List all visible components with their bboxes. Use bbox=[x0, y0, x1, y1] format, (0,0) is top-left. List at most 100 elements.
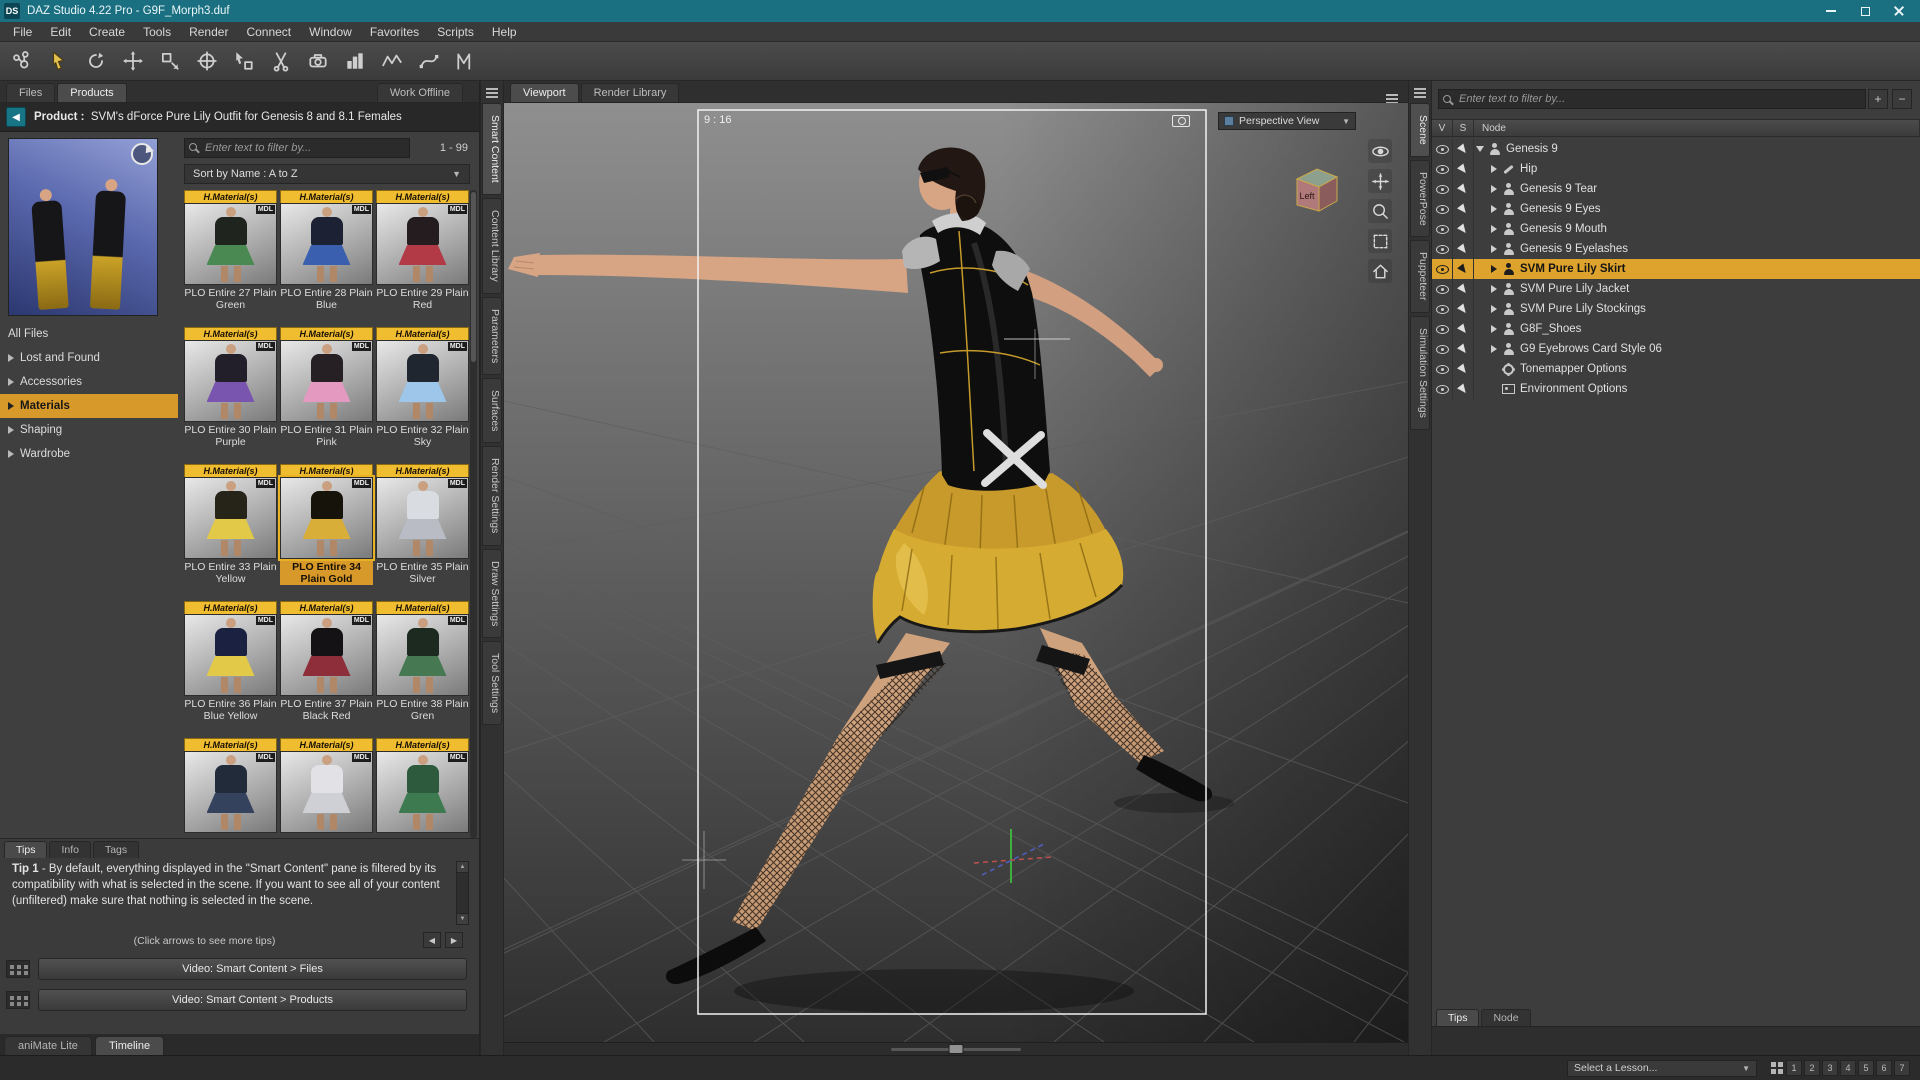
material-thumb-30[interactable]: H.Material(s)MDLPLO Entire 30 Plain Purp… bbox=[184, 327, 277, 452]
camera-icon[interactable] bbox=[1172, 115, 1190, 127]
maximize-button[interactable] bbox=[1848, 0, 1882, 22]
material-thumb-29[interactable]: H.Material(s)MDLPLO Entire 29 Plain Red bbox=[376, 190, 469, 315]
material-thumb-28[interactable]: H.Material(s)MDLPLO Entire 28 Plain Blue bbox=[280, 190, 373, 315]
tab-files[interactable]: Files bbox=[6, 83, 55, 102]
visibility-eye-icon[interactable] bbox=[1432, 139, 1453, 159]
previous-tip-button[interactable]: ◀ bbox=[423, 932, 441, 948]
preset-6-button[interactable]: 6 bbox=[1876, 1060, 1892, 1076]
selection-cursor-icon[interactable] bbox=[1453, 239, 1474, 259]
material-thumb-33[interactable]: H.Material(s)MDLPLO Entire 33 Plain Yell… bbox=[184, 464, 277, 589]
scene-node-g8f-shoes[interactable]: G8F_Shoes bbox=[1432, 319, 1920, 339]
frame-view-icon[interactable] bbox=[1368, 229, 1392, 253]
aniblocks-icon[interactable] bbox=[341, 47, 369, 75]
expand-all-button[interactable]: + bbox=[1868, 89, 1888, 109]
preset-2-button[interactable]: 2 bbox=[1804, 1060, 1820, 1076]
dock-tab-render-settings[interactable]: Render Settings bbox=[482, 446, 502, 545]
preset-1-button[interactable]: 1 bbox=[1786, 1060, 1802, 1076]
tab-render-library[interactable]: Render Library bbox=[581, 83, 680, 102]
expand-icon[interactable] bbox=[1488, 185, 1500, 193]
next-tip-button[interactable]: ▶ bbox=[445, 932, 463, 948]
home-view-icon[interactable] bbox=[1368, 259, 1392, 283]
wave-icon[interactable] bbox=[378, 47, 406, 75]
visibility-eye-icon[interactable] bbox=[1432, 379, 1453, 399]
dock-tab-surfaces[interactable]: Surfaces bbox=[482, 378, 502, 443]
dock-tab-puppeteer[interactable]: Puppeteer bbox=[1410, 240, 1430, 312]
dock-tab-scene[interactable]: Scene bbox=[1410, 103, 1430, 157]
close-button[interactable] bbox=[1882, 0, 1916, 22]
universal-tool-icon[interactable] bbox=[193, 47, 221, 75]
expand-icon[interactable] bbox=[1488, 165, 1500, 173]
work-offline-button[interactable]: Work Offline bbox=[377, 83, 463, 102]
category-wardrobe[interactable]: Wardrobe bbox=[0, 442, 178, 466]
tab-viewport[interactable]: Viewport bbox=[510, 83, 579, 102]
selection-cursor-icon[interactable] bbox=[1453, 279, 1474, 299]
camera-selector-dropdown[interactable]: Perspective View ▼ bbox=[1218, 112, 1356, 130]
expand-icon[interactable] bbox=[1488, 265, 1500, 273]
visibility-eye-icon[interactable] bbox=[1432, 239, 1453, 259]
scroll-down-icon[interactable]: ▼ bbox=[457, 913, 468, 924]
visibility-eye-icon[interactable] bbox=[1432, 219, 1453, 239]
pane-options-icon[interactable] bbox=[486, 88, 498, 90]
tab-timeline[interactable]: Timeline bbox=[95, 1036, 164, 1055]
grid-scrollbar[interactable] bbox=[470, 190, 477, 838]
menu-render[interactable]: Render bbox=[180, 22, 237, 42]
dock-tab-powerpose[interactable]: PowerPose bbox=[1410, 160, 1430, 238]
dock-tab-parameters[interactable]: Parameters bbox=[482, 297, 502, 375]
tab-tags[interactable]: Tags bbox=[93, 841, 139, 858]
menu-create[interactable]: Create bbox=[80, 22, 134, 42]
visibility-eye-icon[interactable] bbox=[1432, 339, 1453, 359]
material-thumb-36[interactable]: H.Material(s)MDLPLO Entire 36 Plain Blue… bbox=[184, 601, 277, 726]
lesson-dropdown[interactable]: Select a Lesson... ▼ bbox=[1567, 1060, 1757, 1077]
scene-node-tonemapper[interactable]: Tonemapper Options bbox=[1432, 359, 1920, 379]
video-smart-content-files-button[interactable]: Video: Smart Content > Files bbox=[38, 958, 467, 980]
material-thumb-38[interactable]: H.Material(s)MDLPLO Entire 38 Plain Gren bbox=[376, 601, 469, 726]
scene-node-eyes[interactable]: Genesis 9 Eyes bbox=[1432, 199, 1920, 219]
scene-node-pure-lily-jacket[interactable]: SVM Pure Lily Jacket bbox=[1432, 279, 1920, 299]
menu-file[interactable]: File bbox=[4, 22, 41, 42]
scene-node-mouth[interactable]: Genesis 9 Mouth bbox=[1432, 219, 1920, 239]
pan-view-icon[interactable] bbox=[1368, 169, 1392, 193]
category-accessories[interactable]: Accessories bbox=[0, 370, 178, 394]
visibility-eye-icon[interactable] bbox=[1432, 199, 1453, 219]
selection-cursor-icon[interactable] bbox=[1453, 139, 1474, 159]
path-nodes-icon[interactable] bbox=[415, 47, 443, 75]
material-thumb-39[interactable]: H.Material(s)MDL bbox=[184, 738, 277, 838]
collapse-all-button[interactable]: − bbox=[1892, 89, 1912, 109]
preset-7-button[interactable]: 7 bbox=[1894, 1060, 1910, 1076]
tab-animate-lite[interactable]: aniMate Lite bbox=[4, 1036, 92, 1055]
selection-cursor-icon[interactable] bbox=[1453, 379, 1474, 399]
column-selectability[interactable]: S bbox=[1453, 120, 1474, 136]
zoom-view-icon[interactable] bbox=[1368, 199, 1392, 223]
material-thumb-31[interactable]: H.Material(s)MDLPLO Entire 31 Plain Pink bbox=[280, 327, 373, 452]
visibility-eye-icon[interactable] bbox=[1432, 359, 1453, 379]
scene-node-tear[interactable]: Genesis 9 Tear bbox=[1432, 179, 1920, 199]
grid-icon[interactable] bbox=[1771, 1062, 1776, 1067]
menu-scripts[interactable]: Scripts bbox=[428, 22, 483, 42]
scene-node-eyelashes[interactable]: Genesis 9 Eyelashes bbox=[1432, 239, 1920, 259]
spot-render-camera-icon[interactable] bbox=[304, 47, 332, 75]
preset-3-button[interactable]: 3 bbox=[1822, 1060, 1838, 1076]
selection-cursor-icon[interactable] bbox=[1453, 359, 1474, 379]
viewport-3d-canvas[interactable]: 9 : 16 Perspective View ▼ Left bbox=[504, 103, 1408, 1042]
material-thumb-32[interactable]: H.Material(s)MDLPLO Entire 32 Plain Sky bbox=[376, 327, 469, 452]
collapse-icon[interactable] bbox=[1474, 146, 1486, 152]
menu-edit[interactable]: Edit bbox=[41, 22, 80, 42]
scene-node-pure-lily-stockings[interactable]: SVM Pure Lily Stockings bbox=[1432, 299, 1920, 319]
tab-scene-node[interactable]: Node bbox=[1481, 1009, 1530, 1026]
preset-5-button[interactable]: 5 bbox=[1858, 1060, 1874, 1076]
expand-icon[interactable] bbox=[1488, 325, 1500, 333]
visibility-eye-icon[interactable] bbox=[1432, 179, 1453, 199]
viewport-slider-handle[interactable] bbox=[949, 1044, 964, 1054]
material-thumb-40[interactable]: H.Material(s)MDL bbox=[280, 738, 373, 838]
translate-tool-icon[interactable] bbox=[119, 47, 147, 75]
visibility-eye-icon[interactable] bbox=[1432, 159, 1453, 179]
refresh-icon[interactable] bbox=[131, 143, 153, 165]
selection-cursor-icon[interactable] bbox=[1453, 219, 1474, 239]
sort-dropdown[interactable]: Sort by Name : A to Z ▼ bbox=[184, 164, 470, 184]
visibility-eye-icon[interactable] bbox=[1432, 279, 1453, 299]
scale-tool-icon[interactable] bbox=[156, 47, 184, 75]
tab-scene-tips[interactable]: Tips bbox=[1436, 1009, 1479, 1026]
back-button[interactable]: ◀ bbox=[6, 107, 26, 127]
video-smart-content-products-button[interactable]: Video: Smart Content > Products bbox=[38, 989, 467, 1011]
expand-icon[interactable] bbox=[1488, 205, 1500, 213]
